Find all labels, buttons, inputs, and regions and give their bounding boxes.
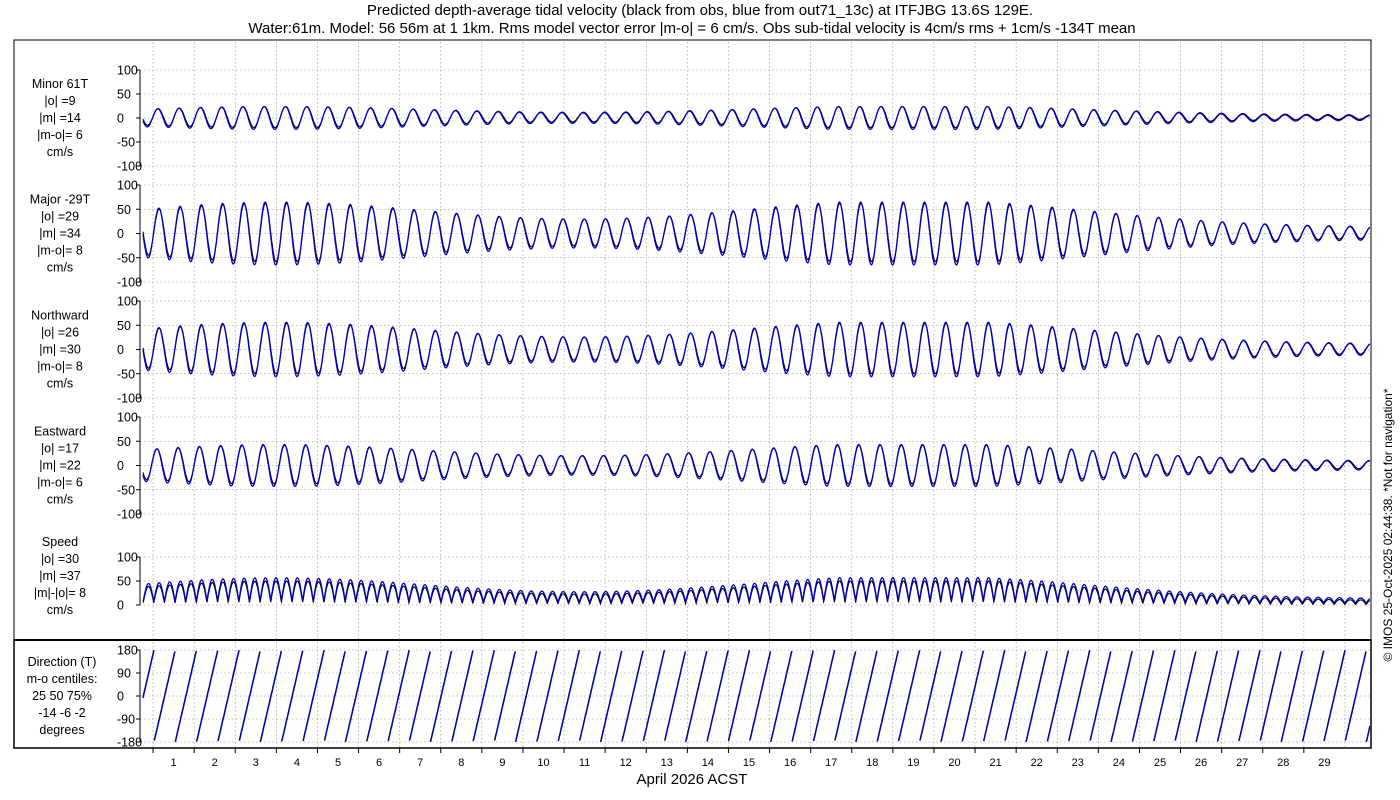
major-label-line: |m| =34 bbox=[39, 227, 81, 241]
x-tick-label: 7 bbox=[417, 757, 423, 769]
direction-label-line: degrees bbox=[39, 723, 84, 737]
x-tick-label: 21 bbox=[989, 757, 1001, 769]
minor-y-tick-label: -100 bbox=[117, 160, 142, 174]
x-tick-label: 19 bbox=[907, 757, 919, 769]
speed-label-line: Speed bbox=[42, 535, 78, 549]
north-y-tick-label: -50 bbox=[117, 367, 135, 381]
x-tick-label: 29 bbox=[1318, 757, 1330, 769]
x-tick-label: 4 bbox=[294, 757, 300, 769]
x-tick-label: 2 bbox=[212, 757, 218, 769]
x-tick-label: 5 bbox=[335, 757, 341, 769]
north-y-tick-label: 0 bbox=[117, 343, 124, 357]
speed-y-tick-label: 0 bbox=[117, 599, 124, 613]
x-tick-label: 13 bbox=[661, 757, 673, 769]
minor-label-line: |m-o|= 6 bbox=[37, 128, 83, 142]
minor-y-tick-label: 0 bbox=[117, 112, 124, 126]
major-label-line: Major -29T bbox=[30, 193, 91, 207]
x-tick-label: 26 bbox=[1195, 757, 1207, 769]
x-axis-label: April 2026 ACST bbox=[637, 771, 748, 788]
minor-y-tick-label: -50 bbox=[117, 136, 135, 150]
direction-label-line: 25 50 75% bbox=[32, 689, 92, 703]
direction-y-tick-label: -180 bbox=[117, 736, 142, 750]
minor-label-line: |m| =14 bbox=[39, 111, 81, 125]
direction-label-line: Direction (T) bbox=[28, 655, 97, 669]
chart-title-line-2: Water:61m. Model: 56 56m at 1 1km. Rms m… bbox=[248, 20, 1135, 37]
east-label-line: cm/s bbox=[47, 493, 73, 507]
east-y-tick-label: 50 bbox=[117, 435, 131, 449]
x-tick-label: 24 bbox=[1113, 757, 1125, 769]
major-label-line: cm/s bbox=[47, 261, 73, 275]
direction-y-tick-label: 90 bbox=[117, 667, 131, 681]
x-tick-label: 3 bbox=[253, 757, 259, 769]
north-y-tick-label: 100 bbox=[117, 295, 138, 309]
x-tick-label: 1 bbox=[171, 757, 177, 769]
x-tick-label: 6 bbox=[376, 757, 382, 769]
copyright-credit: © IMOS 25-Oct-2025 02:44:38. *Not for na… bbox=[1381, 388, 1395, 661]
direction-y-tick-label: 0 bbox=[117, 690, 124, 704]
major-y-tick-label: -100 bbox=[117, 276, 142, 290]
east-label-line: |m-o|= 6 bbox=[37, 476, 83, 490]
x-tick-label: 25 bbox=[1154, 757, 1166, 769]
minor-label-line: Minor 61T bbox=[32, 77, 89, 91]
direction-y-tick-label: -90 bbox=[117, 713, 135, 727]
x-tick-label: 20 bbox=[948, 757, 960, 769]
x-tick-label: 23 bbox=[1072, 757, 1084, 769]
north-label-line: cm/s bbox=[47, 377, 73, 391]
minor-y-tick-label: 100 bbox=[117, 64, 138, 78]
x-tick-label: 14 bbox=[702, 757, 714, 769]
x-tick-label: 18 bbox=[866, 757, 878, 769]
minor-y-tick-label: 50 bbox=[117, 88, 131, 102]
major-y-tick-label: 50 bbox=[117, 203, 131, 217]
speed-label-line: cm/s bbox=[47, 603, 73, 617]
tidal-velocity-chart: Predicted depth-average tidal velocity (… bbox=[0, 0, 1400, 800]
speed-y-tick-label: 50 bbox=[117, 575, 131, 589]
speed-label-line: |o| =30 bbox=[41, 552, 79, 566]
north-label-line: |o| =26 bbox=[41, 326, 79, 340]
x-tick-label: 9 bbox=[499, 757, 505, 769]
north-label-line: Northward bbox=[31, 309, 89, 323]
x-tick-label: 15 bbox=[743, 757, 755, 769]
x-tick-label: 8 bbox=[458, 757, 464, 769]
north-y-tick-label: 50 bbox=[117, 319, 131, 333]
speed-label-line: |m| =37 bbox=[39, 569, 81, 583]
major-label-line: |o| =29 bbox=[41, 210, 79, 224]
north-label-line: |m-o|= 8 bbox=[37, 360, 83, 374]
major-y-tick-label: 100 bbox=[117, 179, 138, 193]
x-tick-label: 27 bbox=[1236, 757, 1248, 769]
east-label-line: |o| =17 bbox=[41, 442, 79, 456]
east-y-tick-label: 0 bbox=[117, 459, 124, 473]
x-tick-label: 28 bbox=[1277, 757, 1289, 769]
east-y-tick-label: -100 bbox=[117, 508, 142, 522]
direction-label-line: m-o centiles: bbox=[27, 672, 98, 686]
east-label-line: |m| =22 bbox=[39, 459, 81, 473]
major-label-line: |m-o|= 8 bbox=[37, 244, 83, 258]
speed-y-tick-label: 100 bbox=[117, 551, 138, 565]
north-label-line: |m| =30 bbox=[39, 343, 81, 357]
major-y-tick-label: 0 bbox=[117, 227, 124, 241]
east-label-line: Eastward bbox=[34, 425, 86, 439]
x-tick-label: 22 bbox=[1031, 757, 1043, 769]
minor-label-line: cm/s bbox=[47, 145, 73, 159]
chart-title-line-1: Predicted depth-average tidal velocity (… bbox=[367, 2, 1033, 19]
minor-label-line: |o| =9 bbox=[44, 94, 75, 108]
east-y-tick-label: 100 bbox=[117, 411, 138, 425]
x-tick-label: 11 bbox=[579, 757, 590, 769]
direction-label-line: -14 -6 -2 bbox=[38, 706, 85, 720]
x-tick-label: 16 bbox=[784, 757, 796, 769]
x-tick-label: 10 bbox=[537, 757, 549, 769]
x-tick-label: 12 bbox=[620, 757, 632, 769]
direction-y-tick-label: 180 bbox=[117, 644, 138, 658]
speed-label-line: |m|-|o|= 8 bbox=[34, 586, 86, 600]
east-y-tick-label: -50 bbox=[117, 483, 135, 497]
x-tick-label: 17 bbox=[825, 757, 837, 769]
north-y-tick-label: -100 bbox=[117, 392, 142, 406]
major-y-tick-label: -50 bbox=[117, 251, 135, 265]
